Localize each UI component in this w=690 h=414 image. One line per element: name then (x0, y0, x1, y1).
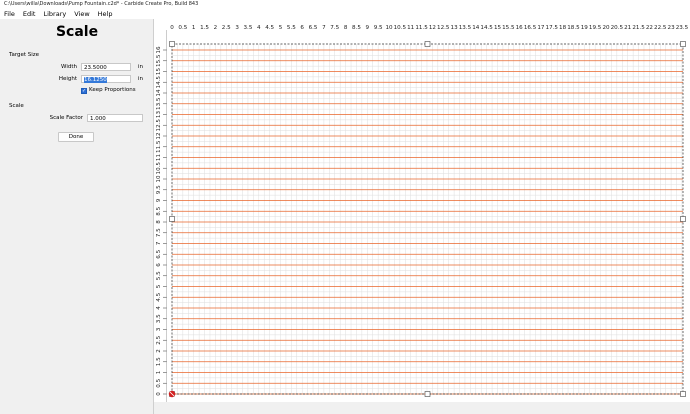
v-ruler-label: 15.5 (156, 54, 162, 67)
width-label: Width (61, 64, 77, 70)
height-field[interactable]: 16.1250 (81, 75, 131, 83)
keep-proportions-checkbox[interactable]: ✓ (81, 88, 87, 94)
done-button[interactable]: Done (58, 132, 94, 142)
design-canvas[interactable] (167, 30, 690, 402)
vertical-ruler-svg: 00.511.522.533.544.555.566.577.588.599.5… (156, 30, 167, 402)
v-ruler-label: 12 (156, 132, 162, 139)
v-ruler-label: 4.5 (156, 292, 162, 301)
menu-library[interactable]: Library (39, 9, 70, 19)
resize-handle (680, 391, 686, 397)
v-ruler-label: 16 (156, 46, 162, 54)
resize-handle (680, 216, 686, 222)
window-title: C:\Users\willa\Downloads\Pump Fountain.c… (0, 0, 690, 9)
v-ruler-label: 10.5 (156, 162, 162, 175)
width-field[interactable]: 23.5000 (81, 63, 131, 71)
width-unit: in (138, 64, 144, 70)
v-ruler-label: 7.5 (156, 228, 162, 237)
v-ruler-label: 7 (156, 241, 162, 245)
v-ruler-label: 6.5 (156, 249, 162, 258)
resize-handle (169, 41, 175, 47)
v-ruler-label: 2.5 (156, 335, 162, 344)
v-ruler-label: 3 (156, 327, 162, 331)
menu-view[interactable]: View (70, 9, 93, 19)
v-ruler-label: 14.5 (156, 76, 162, 89)
v-ruler-label: 8 (156, 220, 162, 224)
v-ruler-label: 6 (156, 263, 162, 267)
v-ruler-label: 8.5 (156, 206, 162, 215)
horizontal-ruler-svg: 0 0.5 1 1.5 2 2.5 3 3.5 4 4.5 5 5.5 6 6.5 7 7.5 8 8.5 9 9.5… (170, 25, 688, 30)
resize-handle (680, 41, 686, 47)
v-ruler-label: 11 (156, 154, 162, 162)
v-ruler-label: 3.5 (156, 314, 162, 323)
v-ruler-label: 14 (156, 89, 162, 97)
v-ruler-label: 5 (156, 284, 162, 288)
v-ruler-label: 5.5 (156, 271, 162, 280)
ruler-corner (154, 19, 167, 30)
height-value: 16.1250 (84, 77, 107, 83)
target-size-heading: Target Size (9, 52, 40, 58)
resize-handle (424, 41, 431, 47)
menu-help[interactable]: Help (94, 9, 117, 19)
keep-proportions-label: Keep Proportions (89, 87, 136, 93)
v-ruler-label: 0 (156, 392, 162, 396)
v-ruler-label: 9 (156, 198, 162, 202)
v-ruler-label: 1.5 (156, 357, 162, 366)
v-ruler-label: 9.5 (156, 185, 162, 194)
v-ruler-label: 4 (156, 306, 162, 310)
selection-bounding-box (171, 43, 684, 395)
v-ruler-label: 15 (156, 68, 162, 76)
canvas-grid (168, 41, 686, 398)
height-label: Height (58, 76, 77, 82)
v-ruler-label: 0.5 (156, 378, 162, 387)
v-ruler-label: 2 (156, 349, 162, 353)
scale-factor-label: Scale Factor (49, 115, 83, 121)
resize-handle (424, 391, 431, 397)
v-ruler-label: 11.5 (156, 140, 162, 153)
v-ruler-label: 10 (156, 175, 162, 183)
menu-file[interactable]: File (0, 9, 19, 19)
menu-edit[interactable]: Edit (19, 9, 40, 19)
v-ruler-label: 13.5 (156, 97, 162, 110)
scale-factor-field[interactable]: 1.000 (87, 114, 143, 122)
v-ruler-label: 13 (156, 111, 162, 119)
vertical-ruler: 0 0.5 1 1.5 2 2.5 3 3.5 4 4.5 5 5.5 6 6.5 7 7.5 8 8.5 9 9.5… (154, 30, 167, 402)
height-unit: in (138, 76, 144, 82)
panel-title: Scale (55, 24, 99, 40)
v-ruler-label: 1 (156, 370, 162, 374)
v-ruler-label: 12.5 (156, 119, 162, 132)
scale-heading: Scale (9, 103, 24, 109)
horizontal-ruler: 0 0.5 1 1.5 2 2.5 3 3.5 4 4.5 5 5.5 6 6.5 7 7.5 8 8.5 9 9.5… (167, 19, 690, 30)
scale-panel: Scale Target Size Width 23.5000 in Heigh… (0, 19, 154, 414)
canvas-bottom-margin (154, 402, 690, 414)
menu-bar: File Edit Library View Help (0, 9, 690, 19)
resize-handle (169, 216, 175, 222)
